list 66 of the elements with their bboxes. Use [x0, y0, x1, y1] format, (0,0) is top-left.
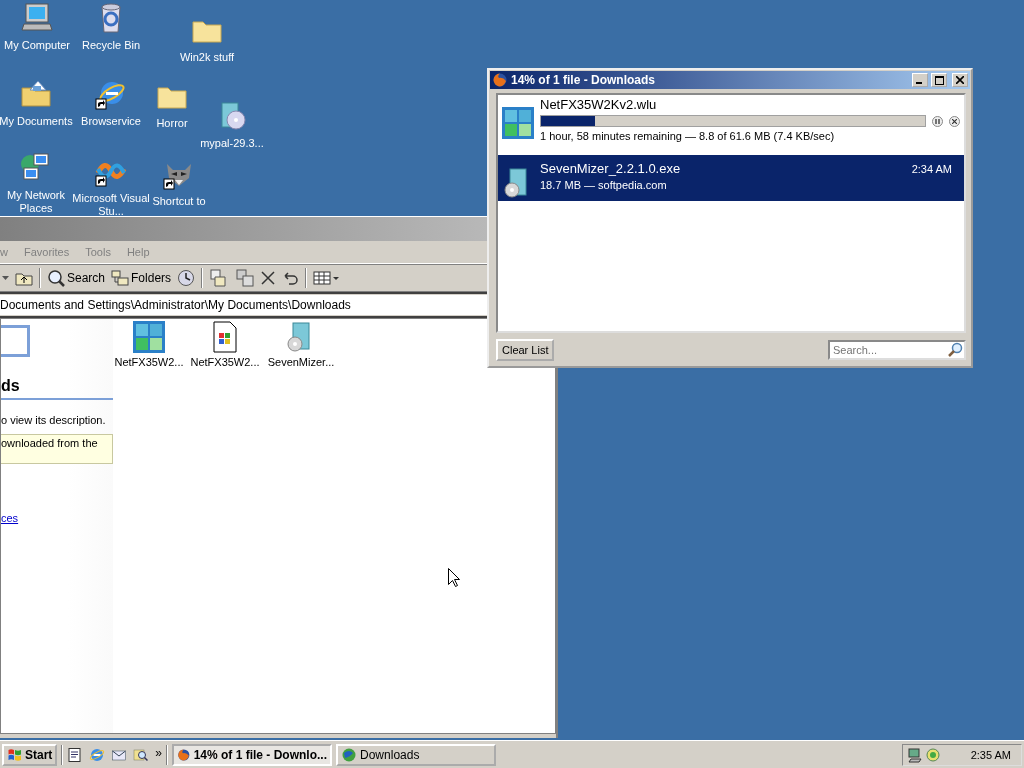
- quick-launch-button[interactable]: [67, 746, 84, 763]
- search-icon: [47, 269, 65, 287]
- maximize-icon: [934, 75, 944, 85]
- pause-icon: [935, 118, 940, 124]
- icon-label[interactable]: mypal-29.3...: [200, 137, 264, 150]
- undo-icon[interactable]: [281, 271, 300, 285]
- icon-label[interactable]: Recycle Bin: [81, 39, 141, 52]
- windows-flag-icon: [7, 746, 23, 763]
- globe-icon: [89, 746, 106, 763]
- folder-tree-icon: [111, 270, 130, 286]
- clear-list-button[interactable]: Clear List: [496, 339, 555, 361]
- clock: 2:35 AM: [970, 748, 1012, 761]
- panel-link[interactable]: ces: [1, 512, 113, 524]
- tile-logo-icon: [502, 107, 534, 139]
- icon-label[interactable]: Horror: [156, 117, 188, 130]
- cancel-button[interactable]: [949, 115, 960, 127]
- pause-button[interactable]: [932, 115, 943, 127]
- icon-label[interactable]: My Documents: [0, 115, 73, 128]
- address-field[interactable]: Documents and Settings\Administrator\My Documents\Downloads: [0, 295, 488, 315]
- file-label[interactable]: SevenMizer...: [267, 356, 335, 368]
- close-button[interactable]: [952, 73, 968, 87]
- quick-launch-button[interactable]: [133, 746, 150, 763]
- taskbar-button[interactable]: 14% of 1 file - Downlo...: [172, 743, 333, 766]
- toolbar-button[interactable]: Search: [47, 269, 106, 287]
- file-label[interactable]: NetFX35W2...: [114, 356, 184, 368]
- download-name: SevenMizer_2.2.1.0.exe: [540, 161, 682, 176]
- window-icon: [1, 325, 30, 357]
- globe-icon: [341, 746, 358, 763]
- mouse-pointer-icon: [448, 568, 460, 587]
- panel-heading: ds: [1, 377, 113, 400]
- delete-icon[interactable]: [261, 271, 276, 285]
- download-status: 1 hour, 58 minutes remaining — 8.8 of 61.6 MB (7.4 KB/sec): [540, 130, 836, 142]
- fox-globe-icon: [492, 72, 508, 88]
- download-row[interactable]: SevenMizer_2.2.1.0.exe 18.7 MB — softpedia.com 2:34 AM: [498, 155, 964, 201]
- network-tray-icon[interactable]: [907, 746, 923, 763]
- tile-logo-icon: [133, 321, 165, 353]
- info-note: ownloaded from the: [1, 434, 113, 464]
- views-icon[interactable]: [313, 270, 340, 286]
- clock-icon[interactable]: [177, 269, 196, 287]
- icon-label[interactable]: Microsoft Visual Stu...: [72, 192, 150, 218]
- copy-to-icon[interactable]: [235, 269, 256, 287]
- download-info: 18.7 MB — softpedia.com: [540, 179, 668, 191]
- download-row[interactable]: NetFX35W2Kv2.wlu 1 hour, 58 minutes remaining — 8.8 of 61.6 MB (7.4 KB/sec): [498, 95, 964, 155]
- download-time: 2:34 AM: [911, 162, 953, 175]
- taskbar-button[interactable]: Downloads: [336, 743, 497, 766]
- icon-label[interactable]: Shortcut to: [152, 195, 206, 208]
- search-field[interactable]: Search...: [828, 340, 966, 360]
- toolbar-button[interactable]: Folders: [111, 270, 172, 286]
- notepad-icon: [67, 746, 84, 763]
- caret-icon[interactable]: [2, 276, 9, 280]
- icon-label[interactable]: Win2k stuff: [179, 51, 235, 64]
- search-icon: [133, 746, 150, 763]
- close-icon: [956, 76, 964, 84]
- minimize-button[interactable]: [912, 73, 928, 87]
- search-icon[interactable]: [947, 342, 963, 358]
- cancel-icon: [952, 118, 957, 124]
- download-name: NetFX35W2Kv2.wlu: [540, 97, 658, 112]
- up-folder-icon[interactable]: [15, 270, 33, 286]
- start-button[interactable]: Start: [2, 743, 58, 766]
- file-label[interactable]: NetFX35W2...: [190, 356, 260, 368]
- maximize-button[interactable]: [931, 73, 947, 87]
- window-title: 14% of 1 file - Downloads: [511, 73, 657, 87]
- more-chevron[interactable]: »: [155, 745, 163, 764]
- icon-label[interactable]: My Computer: [4, 39, 70, 52]
- icon-label[interactable]: Browservice: [81, 115, 141, 128]
- panel-text: o view its description.: [1, 414, 107, 426]
